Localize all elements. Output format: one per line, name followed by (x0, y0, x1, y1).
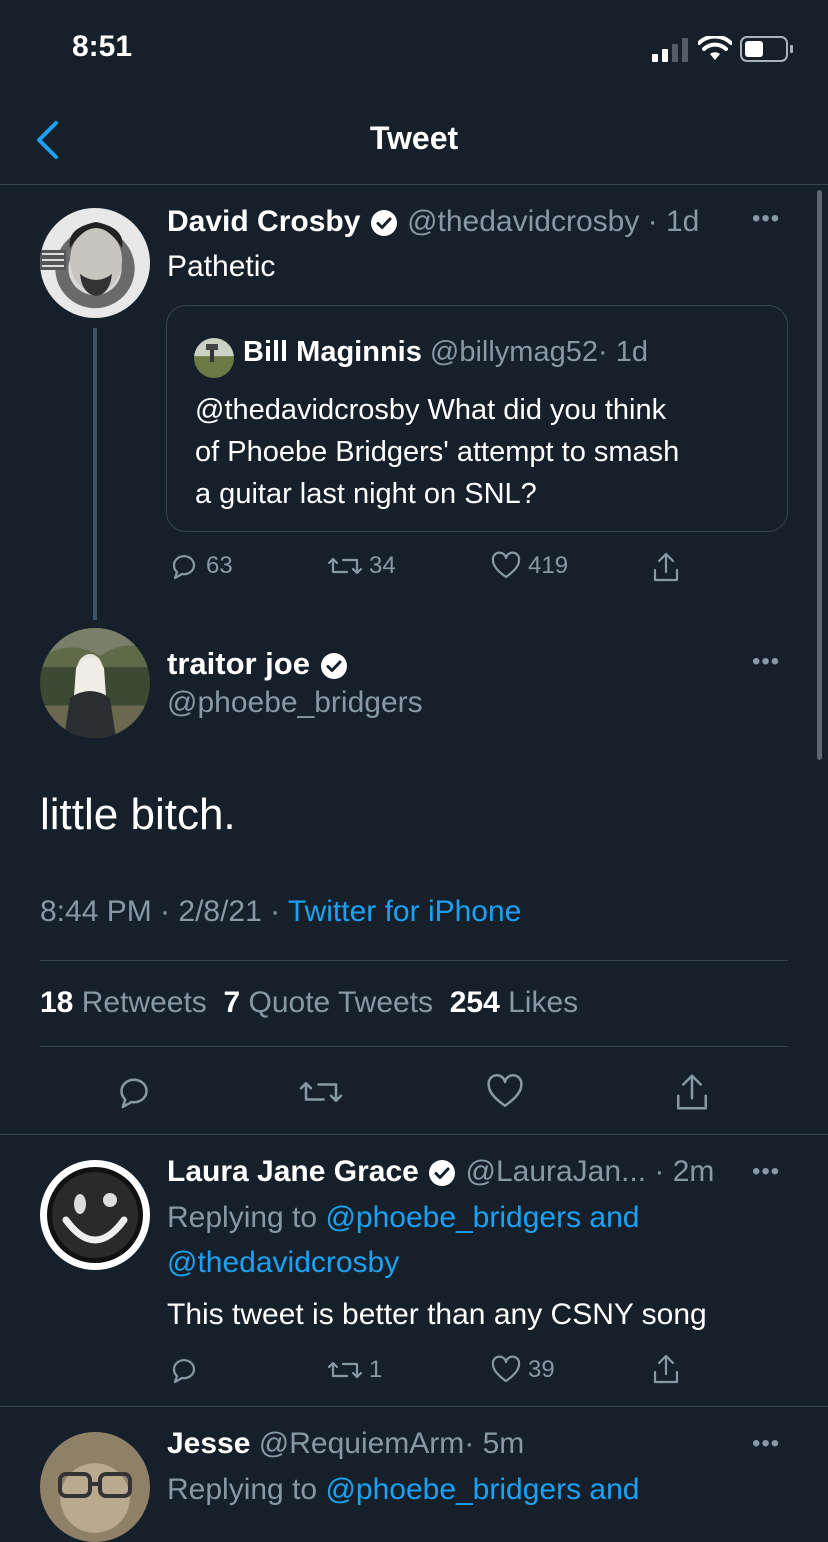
quoted-author-handle: @billymag52 (429, 336, 598, 368)
retweet-icon (327, 557, 363, 575)
reply-1-retweet-count: 1 (369, 1356, 383, 1383)
signal-icon (652, 38, 690, 62)
reply-2-replying-to: Replying to @phoebe_bridgers and (167, 1473, 639, 1507)
reply-2-header: Jesse @RequiemArm· 5m (167, 1427, 524, 1461)
parent-tweet-text: Pathetic (167, 250, 276, 283)
replying-to-label: Replying to (167, 1473, 318, 1506)
avatar-jesse[interactable] (40, 1432, 150, 1542)
avatar-david-crosby[interactable] (40, 208, 150, 318)
reply-icon (172, 555, 196, 580)
quoted-header: Bill Maginnis @billymag52· 1d (243, 336, 648, 369)
reply-1-author-name[interactable]: Laura Jane Grace (167, 1155, 419, 1188)
battery-icon (740, 36, 794, 62)
retweets-count: 18 (40, 986, 74, 1019)
quotes-stat[interactable]: 7 Quote Tweets (223, 986, 433, 1019)
meta-divider (40, 960, 788, 961)
quotes-label: Quote Tweets (248, 986, 434, 1019)
more-options-icon[interactable]: ••• (752, 1430, 780, 1458)
share-icon (677, 1074, 707, 1110)
reply-1-header: Laura Jane Grace @LauraJan... · 2m (167, 1155, 714, 1189)
reply-1-divider (0, 1406, 828, 1407)
tweet-source-link[interactable]: Twitter for iPhone (288, 895, 521, 928)
likes-count: 254 (449, 986, 500, 1019)
replying-to-link-2[interactable]: @thedavidcrosby (167, 1246, 399, 1280)
reply-icon (172, 1359, 196, 1384)
author-handle[interactable]: @thedavidcrosby (407, 205, 639, 238)
share-button[interactable] (650, 550, 682, 584)
main-like-button[interactable] (485, 1072, 525, 1112)
quoted-text-line-3: a guitar last night on SNL? (195, 478, 537, 510)
scrollbar[interactable] (817, 190, 822, 760)
reply-icon (120, 1078, 148, 1109)
verified-badge-icon (369, 208, 399, 238)
stats-divider (40, 1046, 788, 1047)
main-tweet-time: 8:44 PM · 2/8/21 · (40, 895, 281, 928)
replying-to-link[interactable]: @phoebe_bridgers and (325, 1473, 639, 1506)
reply-1-text: This tweet is better than any CSNY song (167, 1298, 707, 1331)
main-tweet-divider (0, 1134, 828, 1135)
retweet-icon (327, 1361, 363, 1379)
main-reply-button[interactable] (114, 1072, 154, 1112)
status-time: 8:51 (72, 30, 133, 63)
retweets-stat[interactable]: 18 Retweets (40, 986, 207, 1019)
heart-icon (491, 551, 521, 579)
avatar-bill-maginnis (194, 338, 234, 378)
quoted-author-name: Bill Maginnis (243, 336, 422, 368)
quotes-count: 7 (223, 986, 241, 1019)
wifi-icon (698, 36, 732, 62)
main-tweet-meta: 8:44 PM · 2/8/21 · Twitter for iPhone (40, 895, 521, 929)
reply-1-like-count: 39 (528, 1356, 555, 1383)
tweet-time: · 1d (647, 205, 700, 238)
main-tweet-author: traitor joe (167, 646, 349, 682)
quoted-text-line-2: of Phoebe Bridgers' attempt to smash (195, 436, 680, 468)
replying-to-link[interactable]: @phoebe_bridgers and (325, 1201, 639, 1234)
reply-1-replying-to: Replying to @phoebe_bridgers and (167, 1201, 639, 1235)
reply-count: 63 (206, 552, 233, 579)
heart-icon (487, 1074, 523, 1107)
quoted-tweet-card[interactable]: Bill Maginnis @billymag52· 1d @thedavidc… (166, 305, 788, 532)
verified-badge-icon (319, 651, 349, 681)
like-count: 419 (528, 552, 569, 579)
reply-1-like-button[interactable]: 39 (490, 1354, 555, 1386)
author-name[interactable]: David Crosby (167, 205, 360, 238)
reply-1-reply-button[interactable] (168, 1354, 200, 1386)
more-options-icon[interactable]: ••• (752, 1158, 780, 1186)
more-options-icon[interactable]: ••• (752, 205, 780, 233)
reply-1-retweet-button[interactable]: 1 (327, 1354, 382, 1386)
heart-icon (491, 1355, 521, 1383)
main-author-handle[interactable]: @phoebe_bridgers (167, 686, 423, 720)
retweet-icon (299, 1082, 343, 1102)
reply-2-author-handle[interactable]: @RequiemArm (259, 1427, 465, 1460)
avatar-laura-jane-grace[interactable] (40, 1160, 150, 1270)
thread-line (93, 328, 97, 620)
nav-divider (0, 184, 828, 185)
reply-2-author-name[interactable]: Jesse (167, 1427, 250, 1460)
avatar-traitor-joe[interactable] (40, 628, 150, 738)
verified-badge-icon (427, 1158, 457, 1188)
main-share-button[interactable] (672, 1070, 712, 1114)
retweet-count: 34 (369, 552, 396, 579)
parent-tweet-header: David Crosby @thedavidcrosby · 1d (167, 205, 699, 239)
share-icon (653, 1354, 679, 1384)
more-options-icon[interactable]: ••• (752, 648, 780, 676)
main-retweet-button[interactable] (298, 1072, 344, 1112)
likes-label: Likes (508, 986, 579, 1019)
main-author-name[interactable]: traitor joe (167, 646, 310, 681)
replying-to-label: Replying to (167, 1201, 318, 1234)
reply-1-time: · 2m (654, 1155, 715, 1188)
share-icon (653, 552, 679, 582)
engagement-stats: 18 Retweets 7 Quote Tweets 254 Likes (40, 986, 578, 1020)
page-title: Tweet (369, 120, 459, 156)
like-button[interactable]: 419 (490, 550, 568, 582)
reply-button[interactable]: 63 (168, 550, 233, 582)
likes-stat[interactable]: 254 Likes (450, 986, 578, 1019)
retweets-label: Retweets (81, 986, 207, 1019)
reply-1-author-handle[interactable]: @LauraJan... (466, 1155, 647, 1188)
retweet-button[interactable]: 34 (327, 550, 396, 582)
reply-1-share-button[interactable] (650, 1352, 682, 1386)
reply-2-time: · 5m (464, 1427, 525, 1460)
quoted-time: · 1d (597, 336, 648, 368)
main-tweet-text: little bitch. (40, 790, 236, 839)
quoted-text-line-1: @thedavidcrosby What did you think (195, 394, 667, 426)
